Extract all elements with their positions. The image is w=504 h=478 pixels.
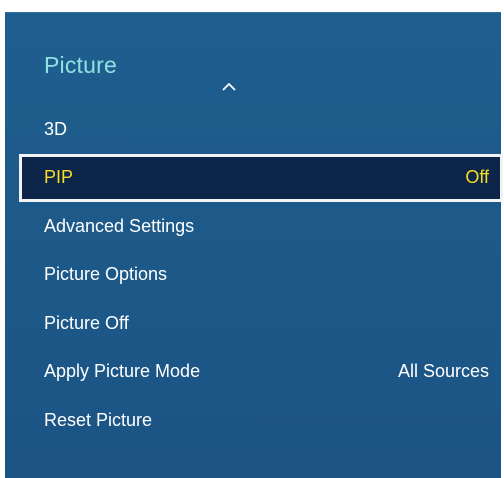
menu-item-label: Advanced Settings xyxy=(44,215,195,236)
picture-menu-panel: Picture 3D PIP Off Advanced Settings Pic… xyxy=(5,12,503,478)
menu-item-label: 3D xyxy=(44,118,68,139)
menu-item-apply-picture-mode[interactable]: Apply Picture Mode All Sources xyxy=(19,348,503,397)
menu-item-advanced-settings[interactable]: Advanced Settings xyxy=(19,202,503,251)
menu-item-value: All Sources xyxy=(397,361,489,382)
chevron-up-icon[interactable] xyxy=(215,76,243,96)
menu-item-label: Reset Picture xyxy=(44,409,153,430)
menu-item-reset-picture[interactable]: Reset Picture xyxy=(19,396,503,445)
menu-item-label: Picture Options xyxy=(44,264,168,285)
menu-item-picture-off[interactable]: Picture Off xyxy=(19,299,503,348)
menu-item-value: Off xyxy=(465,167,489,188)
picture-menu-list: 3D PIP Off Advanced Settings Picture Opt… xyxy=(19,105,503,445)
tv-screen: Picture 3D PIP Off Advanced Settings Pic… xyxy=(0,0,504,478)
menu-item-label: PIP xyxy=(44,167,74,188)
menu-item-label: Apply Picture Mode xyxy=(44,361,201,382)
menu-item-3d[interactable]: 3D xyxy=(19,105,503,154)
menu-item-label: Picture Off xyxy=(44,312,129,333)
menu-item-picture-options[interactable]: Picture Options xyxy=(19,251,503,300)
menu-item-pip[interactable]: PIP Off xyxy=(19,153,503,202)
menu-title: Picture xyxy=(44,52,117,78)
